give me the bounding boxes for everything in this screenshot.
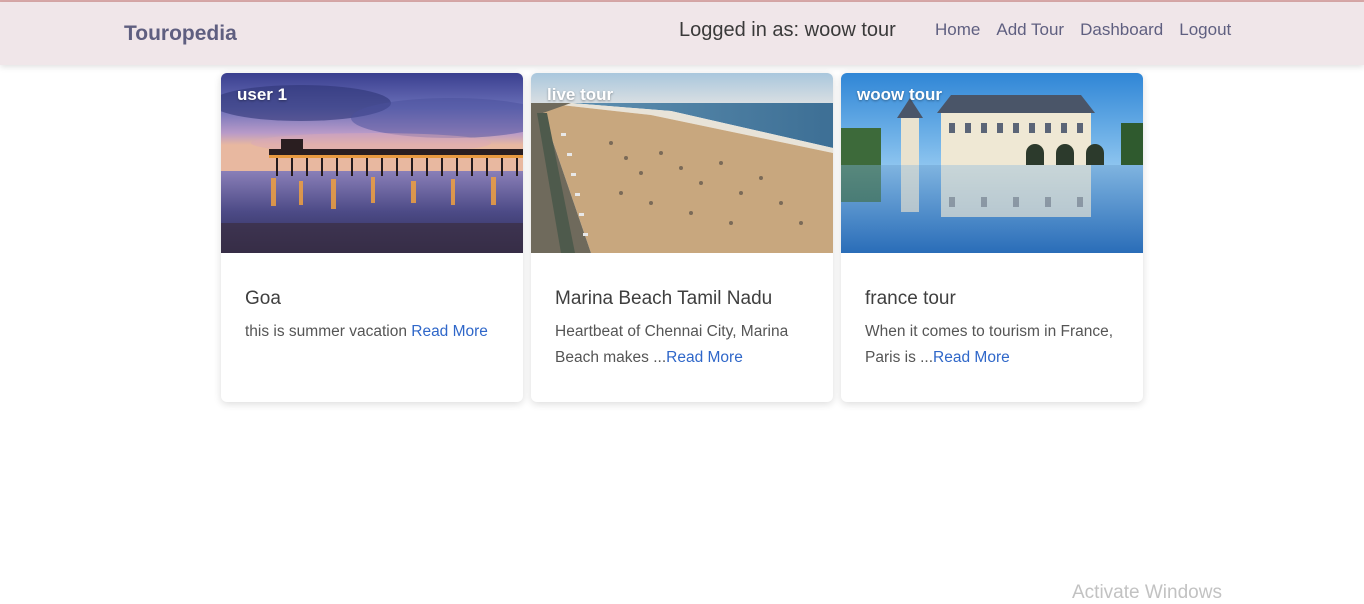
nav-links: Home Add Tour Dashboard Logout: [935, 20, 1231, 40]
nav-dashboard-link[interactable]: Dashboard: [1080, 20, 1163, 40]
beach-pier-sunset-image[interactable]: user 1: [221, 73, 523, 253]
card-description: this is summer vacation Read More: [245, 319, 499, 345]
card-title: france tour: [865, 288, 956, 309]
read-more-link[interactable]: Read More: [666, 349, 743, 366]
nav-add-tour-link[interactable]: Add Tour: [996, 20, 1064, 40]
brand-logo[interactable]: Touropedia: [124, 22, 237, 46]
activate-windows-watermark: Activate Windows: [1072, 582, 1222, 603]
card-excerpt: this is summer vacation: [245, 323, 412, 340]
card-body: Marina Beach Tamil Nadu Heartbeat of Che…: [531, 253, 833, 371]
card-title: Goa: [245, 288, 281, 309]
tour-card[interactable]: live tour Marina Beach Tamil Nadu Heartb…: [531, 73, 833, 402]
tour-card[interactable]: user 1 Goa this is summer vacation Read …: [221, 73, 523, 402]
read-more-link[interactable]: Read More: [933, 349, 1010, 366]
card-description: When it comes to tourism in France, Pari…: [865, 319, 1119, 371]
aerial-beach-image[interactable]: live tour: [531, 73, 833, 253]
nav-home-link[interactable]: Home: [935, 20, 980, 40]
tour-card[interactable]: woow tour france tour When it comes to t…: [841, 73, 1143, 402]
card-author: user 1: [237, 85, 288, 104]
read-more-link[interactable]: Read More: [411, 323, 488, 340]
tour-card-list: user 1 Goa this is summer vacation Read …: [221, 73, 1143, 402]
card-description: Heartbeat of Chennai City, Marina Beach …: [555, 319, 809, 371]
card-body: Goa this is summer vacation Read More: [221, 253, 523, 345]
navbar: Touropedia Logged in as: woow tour Home …: [0, 2, 1364, 65]
french-chateau-reflection-image[interactable]: woow tour: [841, 73, 1143, 253]
nav-logout-link[interactable]: Logout: [1179, 20, 1231, 40]
logged-in-status: Logged in as: woow tour: [679, 19, 896, 41]
card-title: Marina Beach Tamil Nadu: [555, 288, 773, 309]
card-body: france tour When it comes to tourism in …: [841, 253, 1143, 371]
card-author: woow tour: [857, 85, 942, 104]
card-author: live tour: [547, 85, 614, 104]
